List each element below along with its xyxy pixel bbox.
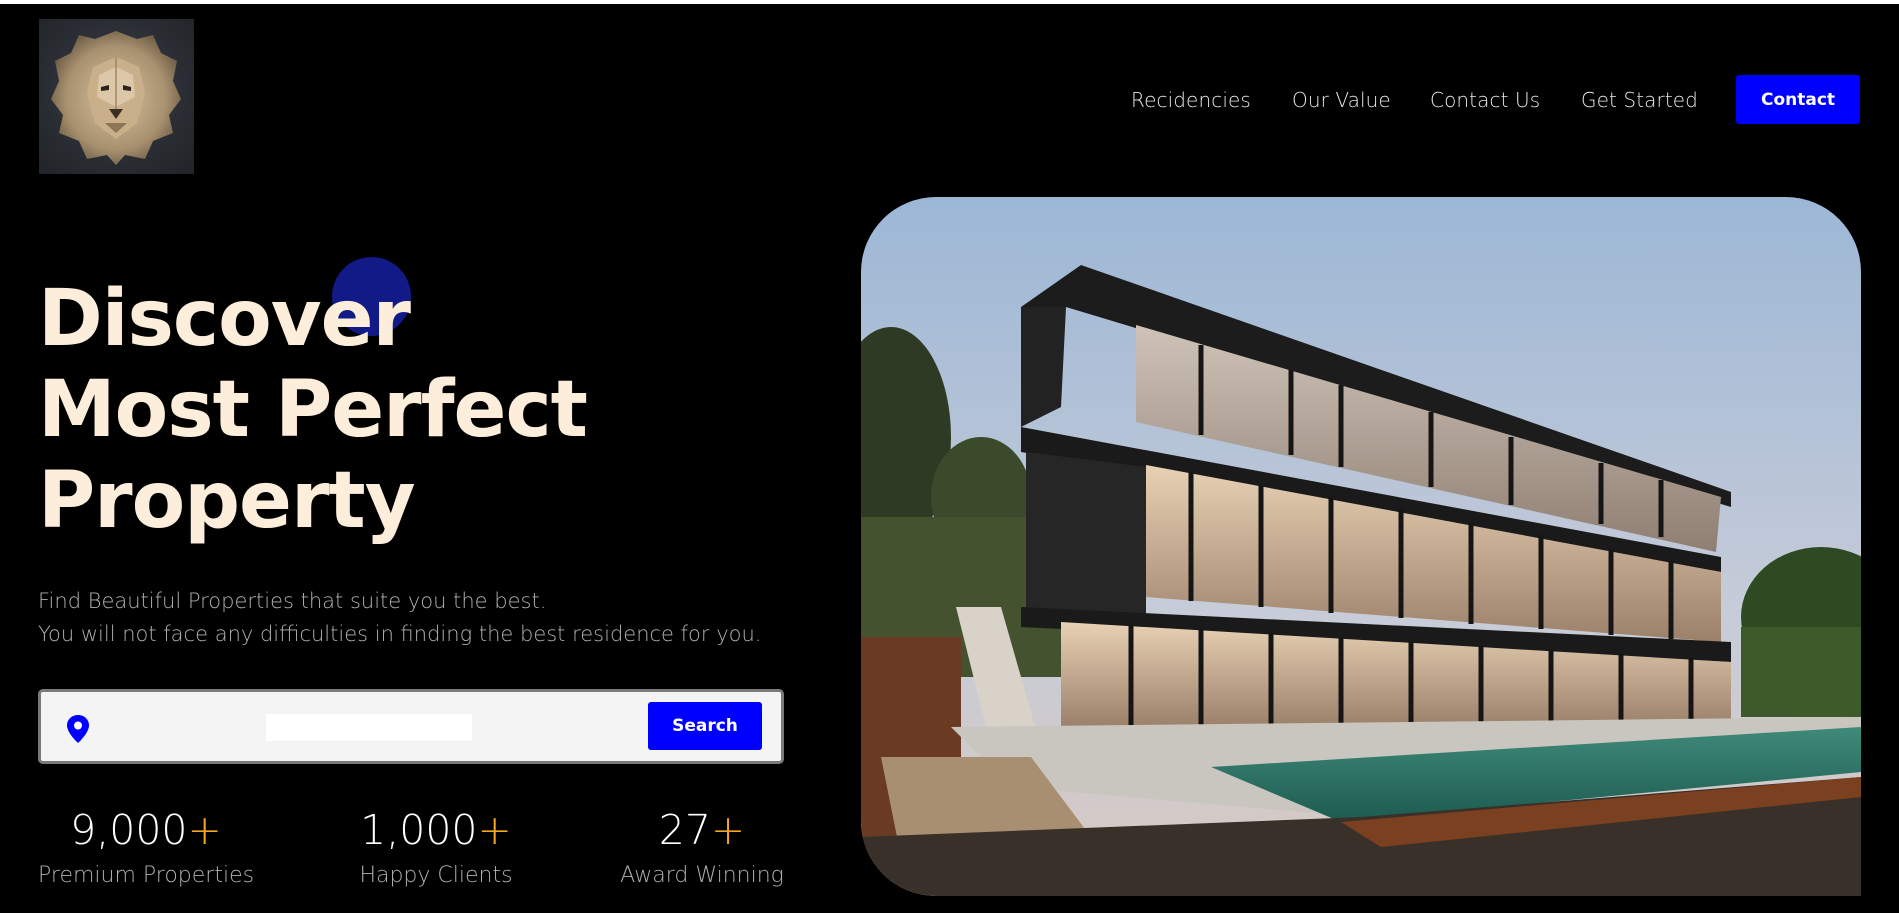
hero-title: Discover Most Perfect Property [38,274,638,547]
hero-subtitle: Find Beautiful Properties that suite you… [38,585,761,651]
stat-number: 9,000+ [70,806,222,854]
logo[interactable] [39,19,194,174]
location-pin-icon [67,715,89,743]
stat-number: 27+ [658,806,746,854]
nav-link-our-value[interactable]: Our Value [1292,88,1391,112]
stat-number: 1,000+ [360,806,512,854]
contact-button[interactable]: Contact [1736,75,1860,124]
lion-head-icon [51,30,181,165]
nav-link-contact-us[interactable]: Contact Us [1430,88,1540,112]
search-input[interactable] [266,714,472,741]
nav-link-recidencies[interactable]: Recidencies [1131,88,1251,112]
stat-label: Premium Properties [38,863,255,888]
hero-title-line: Most Perfect [38,365,588,455]
stat-premium-properties: 9,000+ Premium Properties [38,806,254,888]
search-button[interactable]: Search [648,702,762,750]
hero-title-line: Discover [38,274,411,364]
hero-property-image [861,197,1861,896]
stat-label: Happy Clients [359,863,513,888]
search-bar: Search [38,689,784,764]
stat-label: Award Winning [620,863,784,888]
hero-subtitle-line: You will not face any difficulties in fi… [38,622,762,646]
hero-subtitle-line: Find Beautiful Properties that suite you… [38,589,547,613]
nav-link-get-started[interactable]: Get Started [1581,88,1698,112]
hero-title-line: Property [38,456,416,546]
stat-award-winning: 27+ Award Winning [617,806,787,888]
stat-happy-clients: 1,000+ Happy Clients [358,806,514,888]
